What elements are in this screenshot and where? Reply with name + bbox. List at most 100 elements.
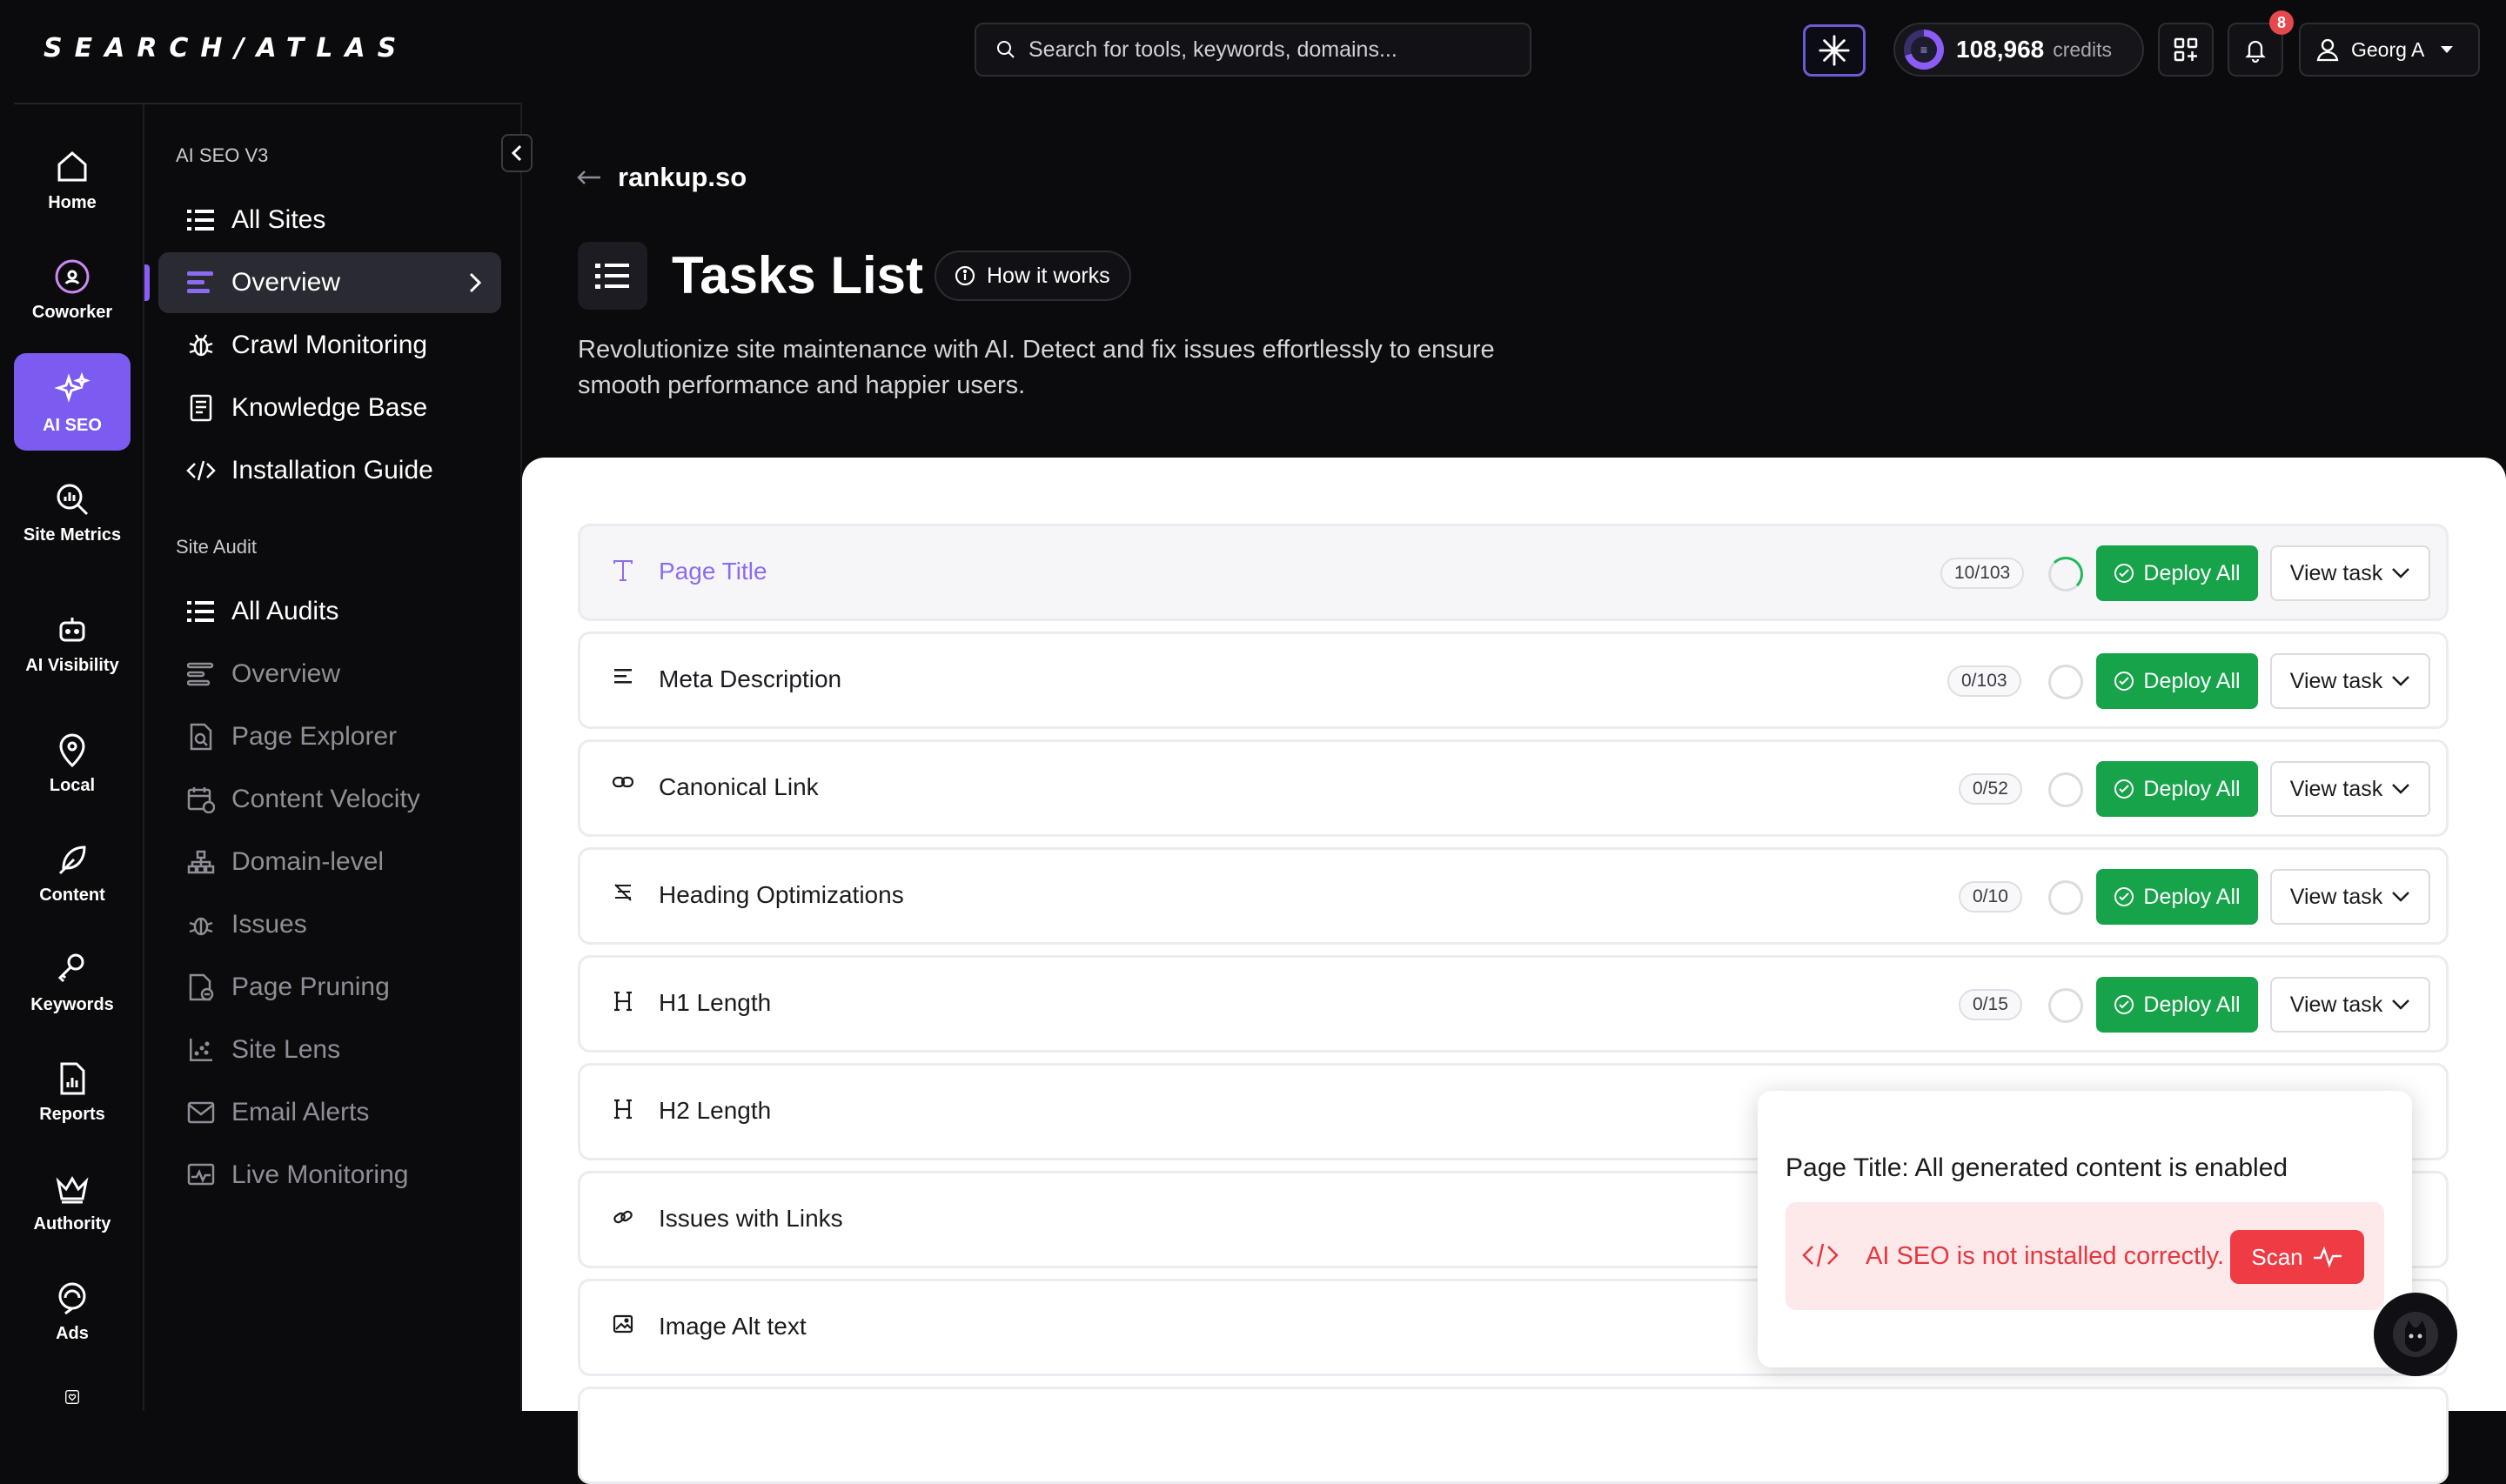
bell-icon: [2245, 40, 2266, 63]
user-name: Georg A: [2351, 37, 2425, 61]
rail-label: AI Visibility: [25, 656, 119, 675]
task-name: H1 Length: [659, 989, 772, 1016]
back-arrow-icon[interactable]: [576, 169, 602, 186]
code-icon: [186, 458, 216, 483]
top-bar: SEARCH/ATLAS ≡ 108,968 credits 8 Georg A: [0, 0, 2506, 103]
deploy-all-button[interactable]: Deploy All: [2096, 977, 2258, 1033]
task-count: 0/10: [1959, 881, 2022, 912]
task-row-page-title[interactable]: Page Title 10/103 Deploy All View task: [578, 524, 2449, 621]
align-left-icon: [610, 667, 636, 686]
sidebar-item-knowledge-base[interactable]: Knowledge Base: [158, 378, 501, 438]
sidebar-item-installation-guide[interactable]: Installation Guide: [158, 440, 501, 501]
sidebar-item-all-audits[interactable]: All Audits: [158, 581, 501, 642]
view-task-label: View task: [2289, 776, 2383, 801]
rail-label: Authority: [33, 1214, 111, 1233]
progress-spinner: [2048, 557, 2083, 592]
coworker-icon: [55, 259, 90, 294]
check-circle-icon: [2114, 779, 2134, 799]
rail-home[interactable]: Home: [14, 148, 131, 217]
credits-pill[interactable]: ≡ 108,968 credits: [1893, 23, 2144, 77]
task-row-h1-length[interactable]: H1 Length 0/15 Deploy All View task: [578, 955, 2449, 1053]
deploy-all-button[interactable]: Deploy All: [2096, 545, 2258, 601]
apps-button[interactable]: [2158, 23, 2214, 77]
view-task-button[interactable]: View task: [2270, 545, 2430, 601]
rail-reports[interactable]: Reports: [14, 1060, 131, 1129]
collapse-sidebar-button[interactable]: [501, 134, 533, 172]
chevron-right-icon: [469, 272, 482, 293]
task-row-meta-description[interactable]: Meta Description 0/103 Deploy All View t…: [578, 632, 2449, 729]
view-task-label: View task: [2289, 668, 2383, 693]
view-task-button[interactable]: View task: [2270, 977, 2430, 1033]
how-it-works-button[interactable]: How it works: [935, 251, 1131, 301]
search-input[interactable]: [1027, 36, 1514, 64]
sidebar-item-page-pruning[interactable]: Page Pruning: [158, 957, 501, 1018]
sidebar-item-overview[interactable]: Overview: [158, 252, 501, 313]
mail-icon: [186, 1101, 216, 1124]
rail-content[interactable]: Content: [14, 840, 131, 910]
scan-button[interactable]: Scan: [2230, 1230, 2364, 1284]
book-icon: [186, 394, 216, 422]
task-row-canonical-link[interactable]: Canonical Link 0/52 Deploy All View task: [578, 739, 2449, 837]
task-count: 10/103: [1940, 558, 2025, 589]
sidebar-item-audit-overview[interactable]: Overview: [158, 644, 501, 705]
sidebar-item-email-alerts[interactable]: Email Alerts: [158, 1082, 501, 1143]
sidebar-item-site-lens[interactable]: Site Lens: [158, 1019, 501, 1080]
chevron-down-icon: [2392, 676, 2410, 686]
rail-ai-visibility[interactable]: AI Visibility: [14, 611, 131, 698]
sidebar-item-label: Email Alerts: [231, 1098, 370, 1126]
task-count: 0/15: [1959, 989, 2022, 1020]
task-name: Issues with Links: [659, 1205, 843, 1232]
chain-icon: [610, 1207, 636, 1227]
caret-down-icon: [2441, 46, 2454, 53]
view-task-button[interactable]: View task: [2270, 869, 2430, 925]
sidebar-item-live-monitoring[interactable]: Live Monitoring: [158, 1145, 501, 1206]
code-icon: [1801, 1240, 1839, 1274]
rail-site-metrics[interactable]: Site Metrics: [14, 480, 131, 567]
sidebar-item-domain-level[interactable]: Domain-level: [158, 832, 501, 892]
chat-assistant-button[interactable]: [2374, 1293, 2457, 1376]
task-name: Image Alt text: [659, 1313, 807, 1340]
task-row-heading-optimizations[interactable]: Heading Optimizations 0/10 Deploy All Vi…: [578, 847, 2449, 945]
heading-icon: [610, 991, 636, 1012]
task-name: Canonical Link: [659, 773, 819, 800]
deploy-all-button[interactable]: Deploy All: [2096, 869, 2258, 925]
rail-authority[interactable]: Authority: [14, 1169, 131, 1239]
rail-ai-seo[interactable]: AI SEO: [14, 353, 131, 451]
sidebar-item-issues[interactable]: Issues: [158, 894, 501, 955]
sidebar-item-all-sites[interactable]: All Sites: [158, 190, 501, 251]
list-icon: [186, 208, 216, 232]
view-task-button[interactable]: View task: [2270, 761, 2430, 817]
deploy-all-button[interactable]: Deploy All: [2096, 653, 2258, 709]
global-search[interactable]: [975, 23, 1531, 77]
credits-label: credits: [2053, 37, 2112, 61]
sidebar-item-page-explorer[interactable]: Page Explorer: [158, 706, 501, 767]
user-menu[interactable]: Georg A: [2299, 23, 2480, 77]
notification-badge: 8: [2269, 10, 2294, 35]
sidebar: AI SEO V3 All Sites Overview Crawl Monit…: [144, 103, 522, 1411]
app-rail: Home Coworker AI SEO Site Metrics AI Vis…: [14, 103, 144, 1411]
sidebar-active-indicator: [144, 264, 150, 301]
sparkle-button[interactable]: [1803, 24, 1866, 77]
rail-label: Home: [48, 193, 97, 212]
check-circle-icon: [2114, 887, 2134, 906]
task-name: H2 Length: [659, 1097, 772, 1124]
rail-more[interactable]: [14, 1388, 131, 1413]
sidebar-item-crawl-monitoring[interactable]: Crawl Monitoring: [158, 315, 501, 376]
rail-coworker[interactable]: Coworker: [14, 257, 131, 327]
view-task-button[interactable]: View task: [2270, 653, 2430, 709]
app-logo[interactable]: SEARCH/ATLAS: [44, 33, 408, 64]
rail-ads[interactable]: Ads: [14, 1279, 131, 1348]
rail-label: Local: [49, 776, 96, 795]
rail-local[interactable]: Local: [14, 731, 131, 800]
chevron-down-icon: [2392, 568, 2410, 578]
page-title: Tasks List: [672, 246, 924, 304]
task-row-next[interactable]: [578, 1387, 2449, 1484]
rail-keywords[interactable]: Keywords: [14, 950, 131, 1019]
calendar-icon: [186, 785, 216, 813]
feather-icon: [58, 846, 86, 875]
rail-label: Reports: [39, 1105, 105, 1124]
breadcrumb-site[interactable]: rankup.so: [618, 162, 747, 193]
sidebar-item-content-velocity[interactable]: Content Velocity: [158, 769, 501, 830]
deploy-all-button[interactable]: Deploy All: [2096, 761, 2258, 817]
sidebar-item-label: Crawl Monitoring: [231, 331, 428, 359]
